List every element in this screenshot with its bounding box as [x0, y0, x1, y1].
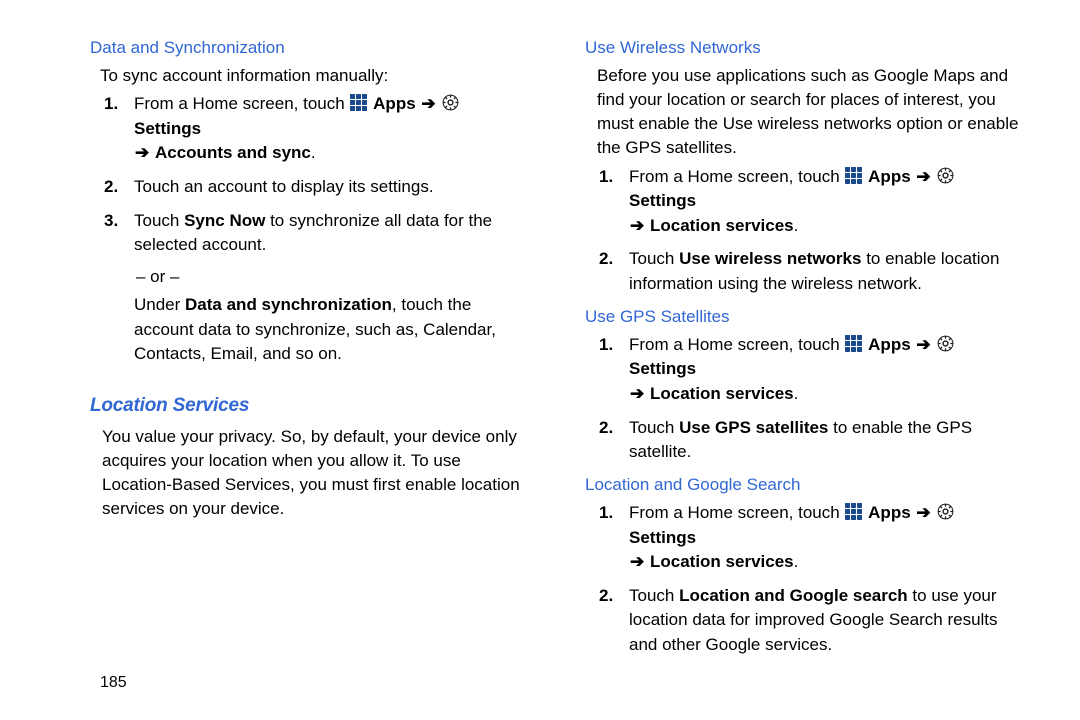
arrow-icon: ➔	[915, 335, 931, 354]
google-steps: 1. From a Home screen, touch Apps ➔ Sett…	[599, 501, 1022, 658]
label-apps: Apps	[373, 94, 416, 113]
heading-data-sync: Data and Synchronization	[90, 38, 527, 58]
page-number: 185	[100, 674, 127, 692]
step-2: 2. Touch an account to display its setti…	[104, 175, 527, 200]
settings-gear-icon	[442, 94, 459, 111]
apps-grid-icon	[845, 503, 862, 520]
arrow-icon: ➔	[629, 384, 645, 403]
heading-use-gps: Use GPS Satellites	[585, 307, 1022, 327]
heading-location-google: Location and Google Search	[585, 475, 1022, 495]
arrow-icon: ➔	[915, 167, 931, 186]
step-2: 2. Touch Use GPS satellites to enable th…	[599, 416, 1022, 465]
under-paragraph: Under Data and synchronization, touch th…	[134, 293, 527, 367]
location-intro: You value your privacy. So, by default, …	[102, 425, 527, 522]
gps-steps: 1. From a Home screen, touch Apps ➔ Sett…	[599, 333, 1022, 465]
right-column: Use Wireless Networks Before you use app…	[585, 38, 1022, 690]
arrow-icon: ➔	[420, 94, 436, 113]
apps-grid-icon	[350, 94, 367, 111]
settings-gear-icon	[937, 335, 954, 352]
label-settings: Settings	[134, 119, 201, 138]
wireless-intro: Before you use applications such as Goog…	[597, 64, 1022, 161]
arrow-icon: ➔	[915, 503, 931, 522]
settings-gear-icon	[937, 167, 954, 184]
manual-page: Data and Synchronization To sync account…	[0, 0, 1080, 720]
left-column: Data and Synchronization To sync account…	[90, 38, 527, 690]
step-1: 1. From a Home screen, touch Apps ➔ Sett…	[599, 501, 1022, 575]
step-2: 2. Touch Location and Google search to u…	[599, 584, 1022, 658]
or-separator: – or –	[136, 267, 527, 287]
arrow-icon: ➔	[629, 552, 645, 571]
sync-steps: 1. From a Home screen, touch Apps ➔ Sett…	[104, 92, 527, 258]
label-accounts-sync: Accounts and sync	[155, 143, 311, 162]
settings-gear-icon	[937, 503, 954, 520]
wireless-steps: 1. From a Home screen, touch Apps ➔ Sett…	[599, 165, 1022, 297]
intro-sync: To sync account information manually:	[100, 64, 527, 88]
arrow-icon: ➔	[134, 143, 150, 162]
step1-text: From a Home screen, touch	[134, 94, 349, 113]
heading-use-wireless: Use Wireless Networks	[585, 38, 1022, 58]
step-2: 2. Touch Use wireless networks to enable…	[599, 247, 1022, 296]
heading-location-services: Location Services	[90, 395, 527, 417]
step-3: 3. Touch Sync Now to synchronize all dat…	[104, 209, 527, 258]
apps-grid-icon	[845, 167, 862, 184]
step-1: 1. From a Home screen, touch Apps ➔ Sett…	[104, 92, 527, 166]
apps-grid-icon	[845, 335, 862, 352]
step-1: 1. From a Home screen, touch Apps ➔ Sett…	[599, 333, 1022, 407]
step-1: 1. From a Home screen, touch Apps ➔ Sett…	[599, 165, 1022, 239]
arrow-icon: ➔	[629, 216, 645, 235]
